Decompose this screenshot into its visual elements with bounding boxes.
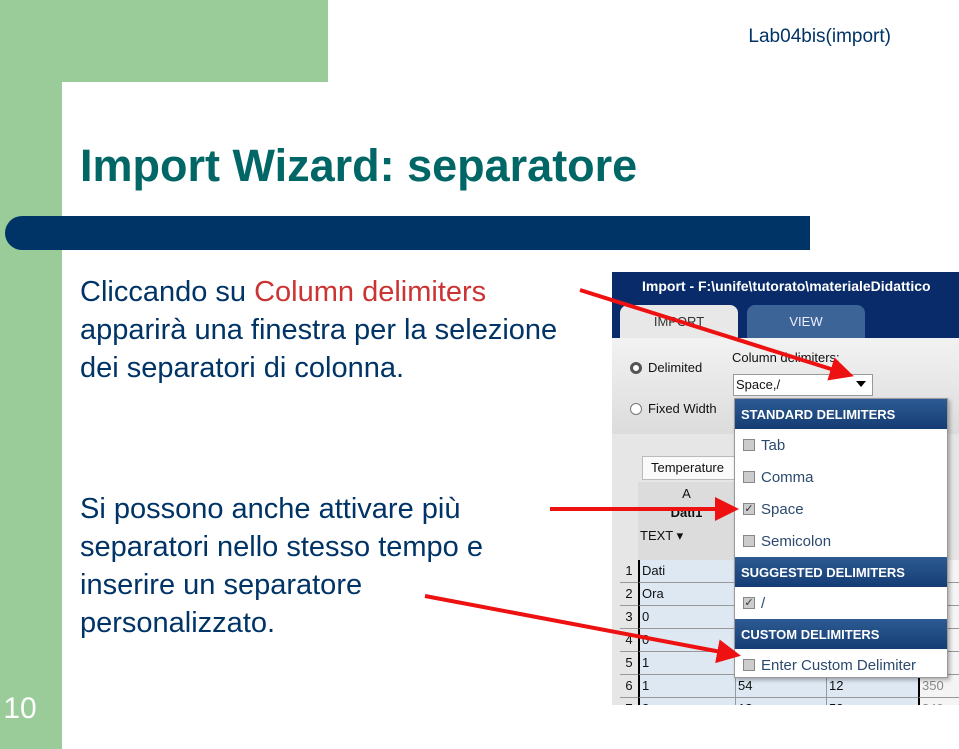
- arrows-overlay: [424, 288, 854, 664]
- arrow-to-combo: [579, 288, 854, 381]
- arrow-to-custom: [424, 594, 741, 664]
